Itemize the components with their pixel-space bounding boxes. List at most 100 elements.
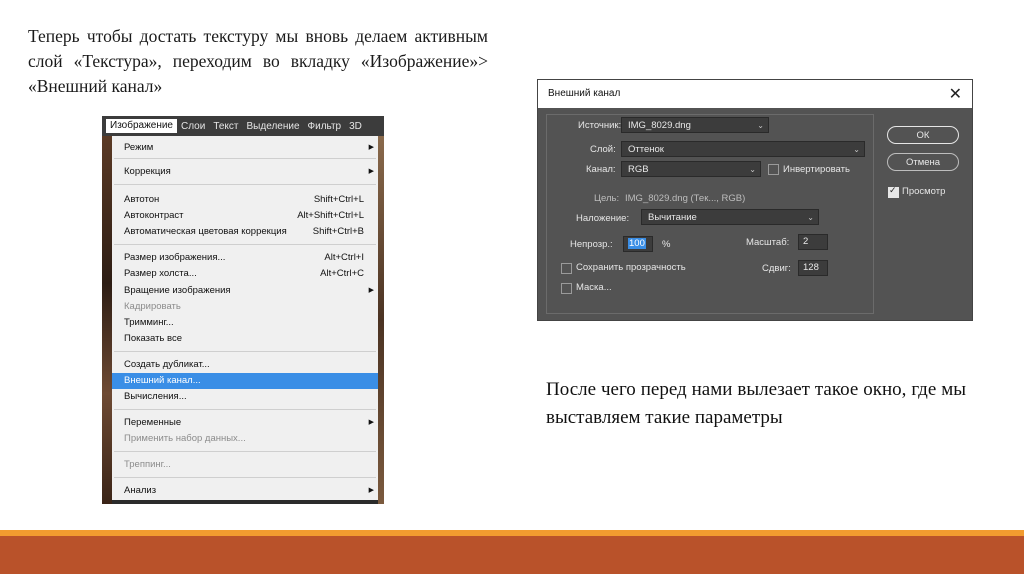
mask-label: Маска...: [576, 282, 612, 293]
preview-label: Просмотр: [902, 186, 946, 197]
background-photo-strip-right: [378, 136, 384, 504]
menu-item-label: Размер изображения...: [124, 252, 226, 263]
menu-separator: [114, 477, 376, 478]
menu-item-auto-contrast[interactable]: Автоконтраст Alt+Shift+Ctrl+L: [112, 208, 378, 224]
menu-separator: [114, 409, 376, 410]
blending-select[interactable]: Вычитание ⌄: [641, 209, 819, 225]
menu-item-label: Применить набор данных...: [124, 433, 246, 444]
apply-image-dialog: Внешний канал ✕ Источник: IMG_8029.dng ⌄…: [537, 79, 973, 321]
offset-value: 128: [803, 262, 819, 273]
chevron-down-icon: ⌄: [749, 165, 756, 174]
menu-separator: [114, 451, 376, 452]
menu-item-image-rotation[interactable]: Вращение изображения ▶: [112, 283, 378, 299]
opacity-unit: %: [662, 239, 671, 250]
menu-separator: [114, 158, 376, 159]
background-photo-strip: [102, 136, 112, 504]
close-icon[interactable]: ✕: [949, 84, 962, 104]
menu-item-reveal-all[interactable]: Показать все: [112, 331, 378, 347]
menu-item-label: Режим: [124, 142, 154, 153]
menu-item-label: Автоконтраст: [124, 210, 184, 221]
menu-item-label: Треппинг...: [124, 459, 171, 470]
menu-separator: [114, 351, 376, 352]
invert-checkbox[interactable]: [768, 164, 779, 175]
ok-button[interactable]: ОК: [887, 126, 959, 144]
preserve-transparency-checkbox[interactable]: [561, 263, 572, 274]
scale-value: 2: [803, 236, 809, 247]
menu-item-auto-tone[interactable]: Автотон Shift+Ctrl+L: [112, 192, 378, 208]
menu-item-label: Тримминг...: [124, 317, 174, 328]
menu-item-label: Коррекция: [124, 166, 171, 177]
menu-item-label: Анализ: [124, 485, 157, 496]
submenu-arrow-icon: ▶: [368, 144, 374, 151]
footer-bar: [0, 536, 1024, 574]
channel-label: Канал:: [586, 164, 616, 175]
menu-item-label: Размер холста...: [124, 268, 197, 279]
target-value: IMG_8029.dng (Тек..., RGB): [625, 193, 746, 204]
menu-item-label: Создать дубликат...: [124, 359, 210, 370]
menu-item-image-size[interactable]: Размер изображения... Alt+Ctrl+I: [112, 250, 378, 266]
intro-paragraph: Теперь чтобы достать текстуру мы вновь д…: [28, 26, 488, 96]
source-label: Источник:: [578, 120, 622, 131]
opacity-input[interactable]: 100: [623, 236, 653, 252]
menu-item-mode[interactable]: Режим ▶: [112, 140, 378, 156]
menu-item-canvas-size[interactable]: Размер холста... Alt+Ctrl+C: [112, 266, 378, 282]
menu-item-shortcut: Alt+Ctrl+C: [320, 268, 364, 279]
channel-value: RGB: [628, 164, 649, 175]
invert-label: Инвертировать: [783, 164, 850, 175]
menu-item-apply-data-set[interactable]: Применить набор данных...: [112, 431, 378, 447]
dialog-title: Внешний канал: [548, 88, 621, 99]
menu-item-adjustments[interactable]: Коррекция ▶: [112, 164, 378, 180]
menu-item-calculations[interactable]: Вычисления...: [112, 389, 378, 405]
menu-select[interactable]: Выделение: [243, 121, 304, 132]
source-value: IMG_8029.dng: [628, 120, 691, 131]
menu-item-shortcut: Shift+Ctrl+L: [313, 194, 364, 205]
submenu-arrow-icon: ▶: [368, 487, 374, 494]
menu-filter[interactable]: Фильтр: [304, 121, 346, 132]
opacity-value: 100: [628, 238, 646, 249]
source-select[interactable]: IMG_8029.dng ⌄: [621, 117, 769, 133]
menu-item-apply-image[interactable]: Внешний канал...: [112, 373, 378, 389]
image-menu-screenshot: Изображение Слои Текст Выделение Фильтр …: [102, 116, 384, 504]
menu-separator: [114, 184, 376, 185]
scale-input[interactable]: 2: [798, 234, 828, 250]
menu-item-label: Кадрировать: [124, 301, 181, 312]
blending-value: Вычитание: [648, 212, 697, 223]
menu-item-analysis[interactable]: Анализ ▶: [112, 483, 378, 499]
menu-item-shortcut: Alt+Ctrl+I: [324, 252, 364, 263]
chevron-down-icon: ⌄: [853, 145, 860, 154]
layer-select[interactable]: Оттенок ⌄: [621, 141, 865, 157]
menu-layers[interactable]: Слои: [177, 121, 209, 132]
cancel-button[interactable]: Отмена: [887, 153, 959, 171]
layer-label: Слой:: [590, 144, 616, 155]
target-label: Цель:: [594, 193, 620, 204]
submenu-arrow-icon: ▶: [368, 287, 374, 294]
submenu-arrow-icon: ▶: [368, 419, 374, 426]
menubar: Изображение Слои Текст Выделение Фильтр …: [102, 116, 384, 136]
offset-input[interactable]: 128: [798, 260, 828, 276]
menu-item-label: Переменные: [124, 417, 182, 428]
menu-item-auto-color[interactable]: Автоматическая цветовая коррекция Shift+C…: [112, 224, 378, 240]
scale-label: Масштаб:: [746, 237, 790, 248]
menu-image[interactable]: Изображение: [106, 119, 177, 133]
menu-3d[interactable]: 3D: [345, 121, 366, 132]
chevron-down-icon: ⌄: [807, 213, 814, 222]
menu-item-label: Вращение изображения: [124, 285, 231, 296]
menu-item-label: Вычисления...: [124, 391, 187, 402]
menu-item-trap[interactable]: Треппинг...: [112, 457, 378, 473]
slide-intro-text: Теперь чтобы достать текстуру мы вновь д…: [28, 24, 488, 99]
layer-value: Оттенок: [628, 144, 664, 155]
menu-item-label: Автотон: [124, 194, 160, 205]
opacity-label: Непрозр.:: [570, 239, 613, 250]
menu-item-trim[interactable]: Тримминг...: [112, 315, 378, 331]
slide-result-text: После чего перед нами вылезает такое окн…: [546, 379, 966, 428]
menu-text[interactable]: Текст: [209, 121, 242, 132]
channel-select[interactable]: RGB ⌄: [621, 161, 761, 177]
menu-item-label: Внешний канал...: [124, 375, 201, 386]
menu-separator: [114, 244, 376, 245]
menu-item-variables[interactable]: Переменные ▶: [112, 415, 378, 431]
preview-checkbox[interactable]: [888, 185, 899, 198]
menu-item-crop[interactable]: Кадрировать: [112, 299, 378, 315]
menu-item-duplicate[interactable]: Создать дубликат...: [112, 357, 378, 373]
blending-label: Наложение:: [576, 213, 630, 224]
mask-checkbox[interactable]: [561, 283, 572, 294]
